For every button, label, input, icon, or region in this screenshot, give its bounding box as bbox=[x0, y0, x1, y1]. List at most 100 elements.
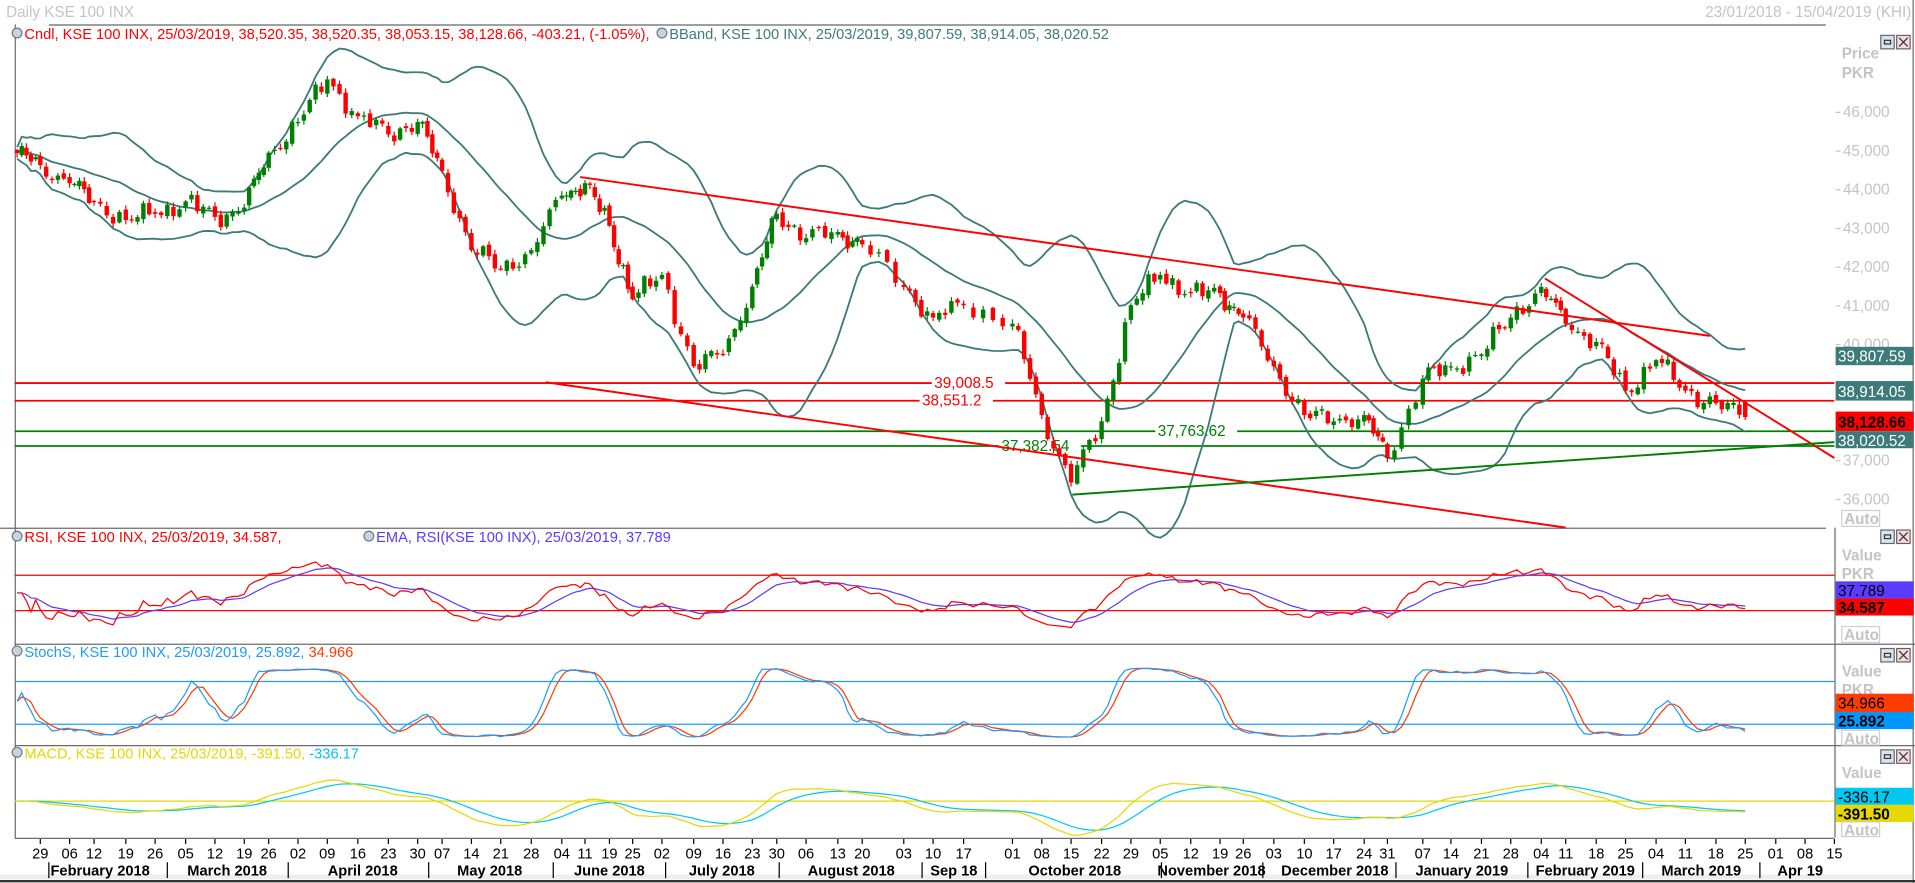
candle bbox=[919, 296, 924, 319]
candle bbox=[1473, 351, 1478, 358]
candle-body bbox=[1343, 416, 1349, 421]
candle-body bbox=[319, 86, 324, 92]
candle-body bbox=[1543, 288, 1549, 298]
restore-button[interactable] bbox=[1880, 749, 1895, 764]
candle-body bbox=[1253, 317, 1258, 329]
bb-middle-label: 38,914.05 bbox=[1838, 384, 1906, 401]
candle-body bbox=[792, 225, 797, 227]
candle-body bbox=[1247, 315, 1252, 319]
candle-body bbox=[1629, 390, 1634, 393]
clock-icon[interactable] bbox=[11, 27, 23, 39]
candle bbox=[1399, 422, 1404, 452]
candle bbox=[295, 117, 301, 127]
candle-body bbox=[504, 260, 510, 271]
restore-button[interactable] bbox=[1880, 647, 1895, 663]
candle bbox=[616, 245, 621, 268]
candle bbox=[971, 303, 976, 320]
candle-body bbox=[529, 250, 534, 254]
candle bbox=[769, 216, 775, 249]
close-button[interactable] bbox=[1896, 529, 1911, 545]
close-button[interactable] bbox=[1896, 749, 1911, 764]
candle-body bbox=[307, 99, 312, 113]
macd-axis[interactable]: Value -336.17 -391.50 Auto bbox=[1835, 749, 1914, 839]
candle bbox=[313, 81, 318, 105]
auto-button[interactable]: Auto bbox=[1844, 731, 1879, 748]
candle bbox=[759, 253, 765, 271]
candle bbox=[1302, 398, 1307, 420]
candle bbox=[1581, 329, 1587, 341]
month-label: March 2019 bbox=[1661, 864, 1741, 880]
candle bbox=[1707, 392, 1713, 408]
rsi-axis[interactable]: Value PKR 37.789 34.587 Auto bbox=[1835, 529, 1914, 644]
macd-legend: MACD, KSE 100 INX, 25/03/2019, -391.50, … bbox=[11, 746, 359, 762]
candle bbox=[1635, 384, 1640, 396]
clock-icon[interactable] bbox=[11, 645, 23, 657]
candle-body bbox=[439, 159, 445, 171]
candle bbox=[206, 205, 212, 210]
date-tick-label: 24 bbox=[1356, 847, 1372, 863]
candle bbox=[1448, 362, 1454, 372]
candle bbox=[582, 180, 588, 196]
clock-icon[interactable] bbox=[656, 27, 668, 39]
date-tick-label: 01 bbox=[1004, 847, 1020, 863]
candle bbox=[607, 203, 612, 227]
price-axis[interactable]: Price PKR 46,000 45,000 44,000 43,000 42,000… bbox=[1835, 34, 1914, 528]
level-label: 38,551.2 bbox=[922, 393, 981, 410]
auto-button[interactable]: Auto bbox=[1844, 822, 1879, 839]
clock-icon[interactable] bbox=[363, 530, 375, 542]
candle-body bbox=[1532, 293, 1538, 304]
candle-body bbox=[295, 122, 301, 124]
candle-body bbox=[1241, 313, 1246, 318]
stoch-k-label: 25.892 bbox=[1838, 714, 1885, 731]
candle bbox=[1313, 406, 1319, 420]
candle bbox=[602, 205, 607, 216]
candle-body bbox=[1105, 398, 1110, 422]
candle bbox=[553, 197, 558, 212]
candle bbox=[961, 300, 966, 309]
candle-body bbox=[1392, 450, 1397, 459]
candle-body bbox=[907, 288, 912, 291]
candle bbox=[319, 82, 324, 95]
close-button[interactable] bbox=[1896, 647, 1911, 663]
date-tick-label: 04 bbox=[554, 847, 570, 863]
candle-body bbox=[1490, 326, 1496, 350]
restore-button[interactable] bbox=[1880, 34, 1895, 50]
date-tick-label: 25 bbox=[624, 847, 640, 863]
candle-body bbox=[33, 157, 38, 160]
candle bbox=[1665, 355, 1671, 366]
candle bbox=[1271, 356, 1277, 371]
date-tick-label: 16 bbox=[350, 847, 366, 863]
candle-body bbox=[1093, 438, 1098, 442]
candle-body bbox=[1200, 283, 1205, 297]
candle bbox=[1277, 361, 1283, 382]
candle-body bbox=[1539, 286, 1544, 293]
auto-button[interactable]: Auto bbox=[1844, 511, 1879, 528]
candle-body bbox=[822, 225, 828, 238]
restore-button[interactable] bbox=[1880, 529, 1895, 545]
candle-body bbox=[1302, 400, 1307, 416]
stoch-axis[interactable]: Value PKR 34.966 25.892 Auto bbox=[1835, 647, 1914, 748]
candle bbox=[403, 122, 409, 133]
candle-body bbox=[666, 273, 671, 290]
candle-body bbox=[1443, 365, 1448, 376]
close-button[interactable] bbox=[1896, 34, 1911, 50]
candle-body bbox=[261, 167, 266, 175]
trendlines[interactable] bbox=[545, 176, 1835, 529]
candle bbox=[445, 168, 451, 197]
date-tick-label: 20 bbox=[854, 847, 870, 863]
month-label: December 2018 bbox=[1281, 864, 1388, 880]
candle-body bbox=[1289, 396, 1295, 401]
svg-text:EMA, RSI(KSE 100 INX), 25/03/2: EMA, RSI(KSE 100 INX), 25/03/2019, 37.78… bbox=[376, 530, 671, 546]
date-tick-label: 21 bbox=[1473, 847, 1489, 863]
candle-body bbox=[349, 111, 354, 116]
candle-body bbox=[117, 211, 122, 223]
candle bbox=[1361, 410, 1367, 426]
clock-icon[interactable] bbox=[11, 530, 23, 542]
bband-legend: BBand, KSE 100 INX, 25/03/2019, 39,807.5… bbox=[669, 27, 1109, 43]
candle bbox=[135, 214, 140, 225]
candle-body bbox=[868, 245, 873, 255]
clock-icon[interactable] bbox=[11, 746, 23, 758]
candle-body bbox=[1194, 282, 1199, 292]
auto-button[interactable]: Auto bbox=[1844, 627, 1879, 644]
candle bbox=[949, 297, 954, 315]
